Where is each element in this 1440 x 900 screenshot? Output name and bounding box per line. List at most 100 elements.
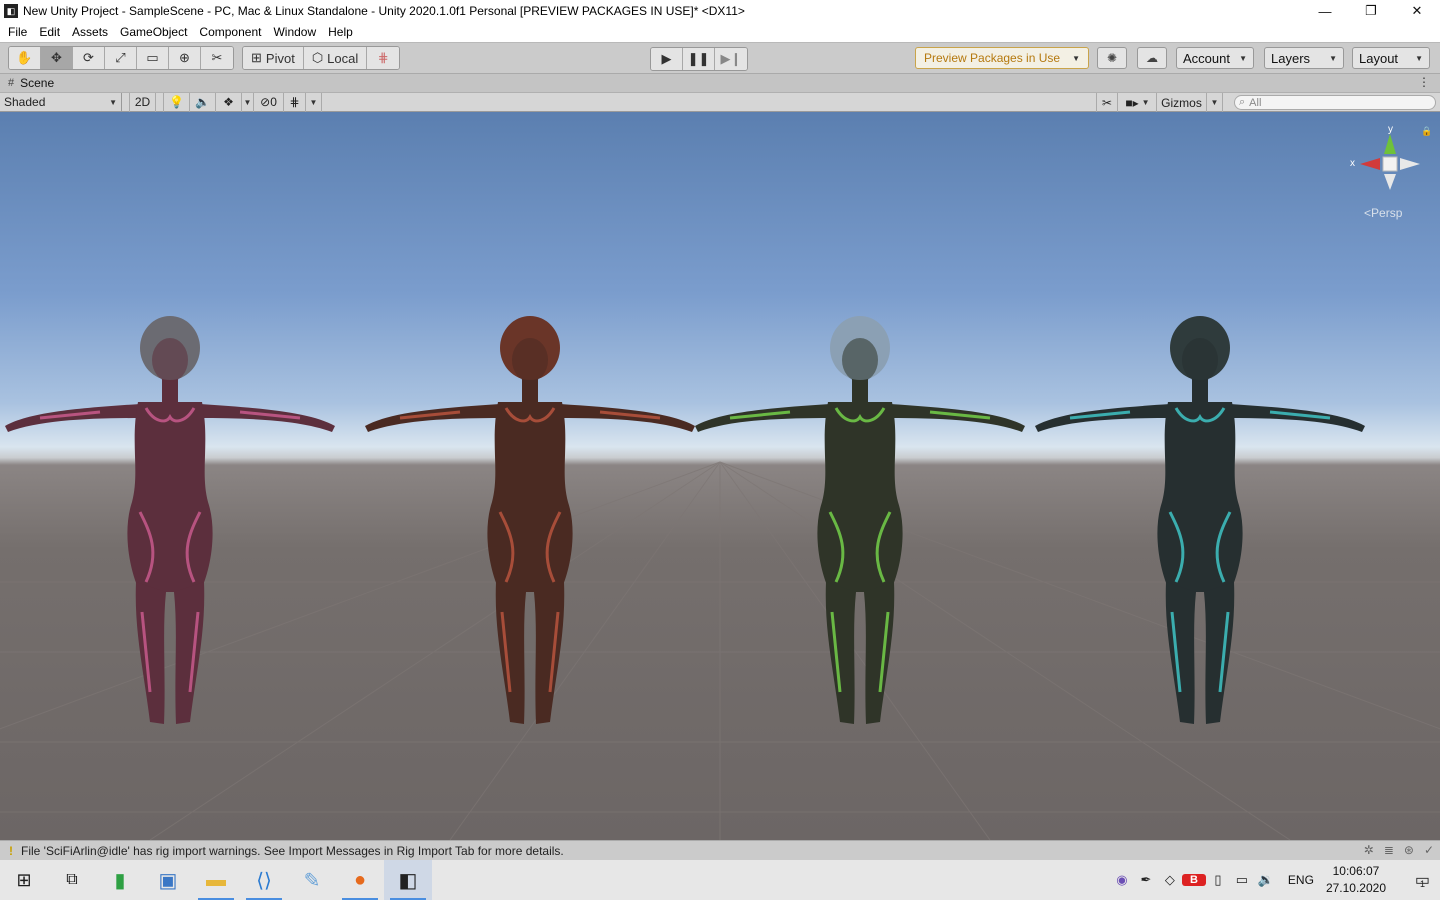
close-button[interactable]: ✕ [1394, 0, 1440, 22]
pen-icon[interactable]: ✒ [1134, 872, 1158, 888]
character-red[interactable] [365, 316, 695, 724]
audio-icon[interactable]: 🔈 [190, 92, 216, 112]
orientation-gizmo[interactable]: y x 🔒 <Persp [1344, 120, 1434, 230]
menu-help[interactable]: Help [322, 25, 359, 39]
rotate-tool-icon[interactable]: ⟳ [73, 47, 105, 69]
play-controls: ▶ ❚❚ ▶❙ [650, 47, 748, 71]
scene-viewport[interactable]: y x 🔒 <Persp [0, 112, 1440, 840]
layers-dropdown[interactable]: Layers ▼ [1264, 47, 1344, 69]
rect-tool-icon[interactable]: ▭ [137, 47, 169, 69]
paint-icon[interactable]: ✎ [288, 860, 336, 900]
gizmo-neg-y-axis[interactable] [1384, 174, 1396, 190]
file-explorer-icon[interactable]: ▬ [192, 860, 240, 900]
collab-icon[interactable]: ✺ [1097, 47, 1127, 69]
scene-search-input[interactable]: ⌕ All [1234, 95, 1436, 110]
notification-center-icon[interactable]: ▭ 1 [1400, 870, 1440, 890]
chevron-down-icon: ▼ [1415, 53, 1423, 63]
windows-start-icon[interactable]: ⊞ [0, 860, 48, 900]
menu-edit[interactable]: Edit [33, 25, 66, 39]
unity-tray-icon[interactable]: ◇ [1158, 872, 1182, 888]
gizmo-neg-x-axis[interactable] [1400, 158, 1420, 170]
transform-tool-icon[interactable]: ⊕ [169, 47, 201, 69]
effects-dropdown-icon[interactable]: ▼ [242, 92, 254, 112]
unity-app-icon: ◧ [4, 4, 18, 18]
menu-file[interactable]: File [2, 25, 33, 39]
os-taskbar: ⊞ ⧉ ▮ ▣ ▬ ⟨⟩ ✎ ● ◧ ◉ ✒ ◇ B ▯ ▭ 🔉 ENG 10:… [0, 860, 1440, 900]
tools-icon[interactable]: ✂ [1096, 93, 1118, 112]
lighting-icon[interactable]: 💡 [164, 92, 190, 112]
pause-icon[interactable]: ❚❚ [683, 48, 715, 70]
left-arm [5, 404, 142, 432]
scale-tool-icon[interactable]: ⤢ [105, 47, 137, 69]
firefox-icon[interactable]: ● [336, 860, 384, 900]
draw-mode-dropdown[interactable]: Shaded ▼ [0, 92, 122, 112]
gizmo-y-label: y [1388, 124, 1393, 135]
custom-tool-icon[interactable]: ✂ [201, 47, 233, 69]
task-view-icon[interactable]: ⧉ [48, 860, 96, 900]
network-tray-icon[interactable]: ▭ [1230, 872, 1254, 888]
preview-packages-button[interactable]: Preview Packages in Use ▼ [915, 47, 1089, 69]
character-green[interactable] [695, 316, 1025, 724]
gizmos-button[interactable]: Gizmos [1157, 93, 1207, 112]
chevron-down-icon: ▼ [1239, 53, 1247, 63]
gizmo-x-axis[interactable] [1360, 158, 1380, 170]
language-indicator[interactable]: ENG [1288, 873, 1314, 887]
check-icon[interactable]: ✓ [1424, 843, 1434, 857]
minimize-button[interactable]: — [1302, 0, 1348, 22]
grid-dropdown-icon[interactable]: ▼ [306, 92, 322, 112]
layers-stack-icon[interactable]: ≣ [1384, 843, 1394, 857]
tab-scene[interactable]: # Scene [8, 76, 54, 90]
effects-icon[interactable]: ❖ [216, 92, 242, 112]
bitdefender-icon[interactable]: B [1181, 874, 1206, 886]
right-leg [864, 582, 895, 724]
scene-tab-label: Scene [20, 76, 55, 90]
evernote-icon[interactable]: ▮ [96, 860, 144, 900]
pivot-toggle[interactable]: ⊞ Pivot [243, 47, 304, 69]
characters-layer [5, 316, 1365, 724]
network-icon[interactable]: ⊛ [1404, 843, 1414, 857]
menu-assets[interactable]: Assets [66, 25, 114, 39]
unity-taskbar-icon[interactable]: ◧ [384, 860, 432, 900]
gizmo-x-label: x [1350, 158, 1355, 169]
system-clock[interactable]: 10:06:07 27.10.2020 [1326, 863, 1386, 897]
step-icon[interactable]: ▶❙ [715, 48, 747, 70]
camera-dropdown[interactable]: ■▸ ▼ [1119, 93, 1157, 112]
usb-icon[interactable]: ▯ [1206, 872, 1230, 888]
status-message[interactable]: File 'SciFiArlin@idle' has rig import wa… [21, 844, 564, 858]
face [842, 338, 878, 382]
gizmos-dropdown-icon[interactable]: ▼ [1207, 93, 1223, 112]
vscode-icon[interactable]: ⟨⟩ [240, 860, 288, 900]
play-icon[interactable]: ▶ [651, 48, 683, 70]
2d-toggle[interactable]: 2D [130, 92, 156, 112]
menu-component[interactable]: Component [193, 25, 267, 39]
character-pink[interactable] [5, 316, 335, 724]
right-arm [198, 404, 335, 432]
local-toggle[interactable]: ⬡ Local [303, 47, 368, 69]
menu-window[interactable]: Window [267, 25, 322, 39]
grid-icon[interactable]: ⋕ [284, 92, 306, 112]
volume-icon[interactable]: 🔉 [1254, 872, 1278, 888]
menu-gameobject[interactable]: GameObject [114, 25, 193, 39]
window-controls: — ❐ ✕ [1302, 0, 1440, 22]
hidden-objects-toggle[interactable]: ⊘ 0 [254, 92, 284, 112]
gizmo-y-axis[interactable] [1384, 134, 1396, 154]
left-leg [135, 582, 166, 724]
account-dropdown[interactable]: Account ▼ [1176, 47, 1254, 69]
bug-icon[interactable]: ✲ [1364, 843, 1374, 857]
cloud-icon[interactable]: ☁ [1137, 47, 1167, 69]
status-icons: ✲ ≣ ⊛ ✓ [1364, 843, 1434, 857]
scene-tab-bar: # Scene ⋮ [0, 73, 1440, 92]
layout-dropdown[interactable]: Layout ▼ [1352, 47, 1430, 69]
hand-tool-icon[interactable]: ✋ [9, 47, 41, 69]
pivot-label: Pivot [265, 50, 295, 66]
remote-desktop-icon[interactable]: ▣ [144, 860, 192, 900]
gizmo-center[interactable] [1382, 156, 1398, 172]
character-teal[interactable] [1035, 316, 1365, 724]
move-tool-icon[interactable]: ✥ [41, 47, 73, 69]
more-options-icon[interactable]: ⋮ [1418, 75, 1430, 89]
right-arm [888, 404, 1025, 432]
right-leg [174, 582, 205, 724]
maximize-button[interactable]: ❐ [1348, 0, 1394, 22]
grid-snap-icon[interactable]: ⋕ [367, 47, 400, 69]
viber-icon[interactable]: ◉ [1110, 872, 1134, 888]
